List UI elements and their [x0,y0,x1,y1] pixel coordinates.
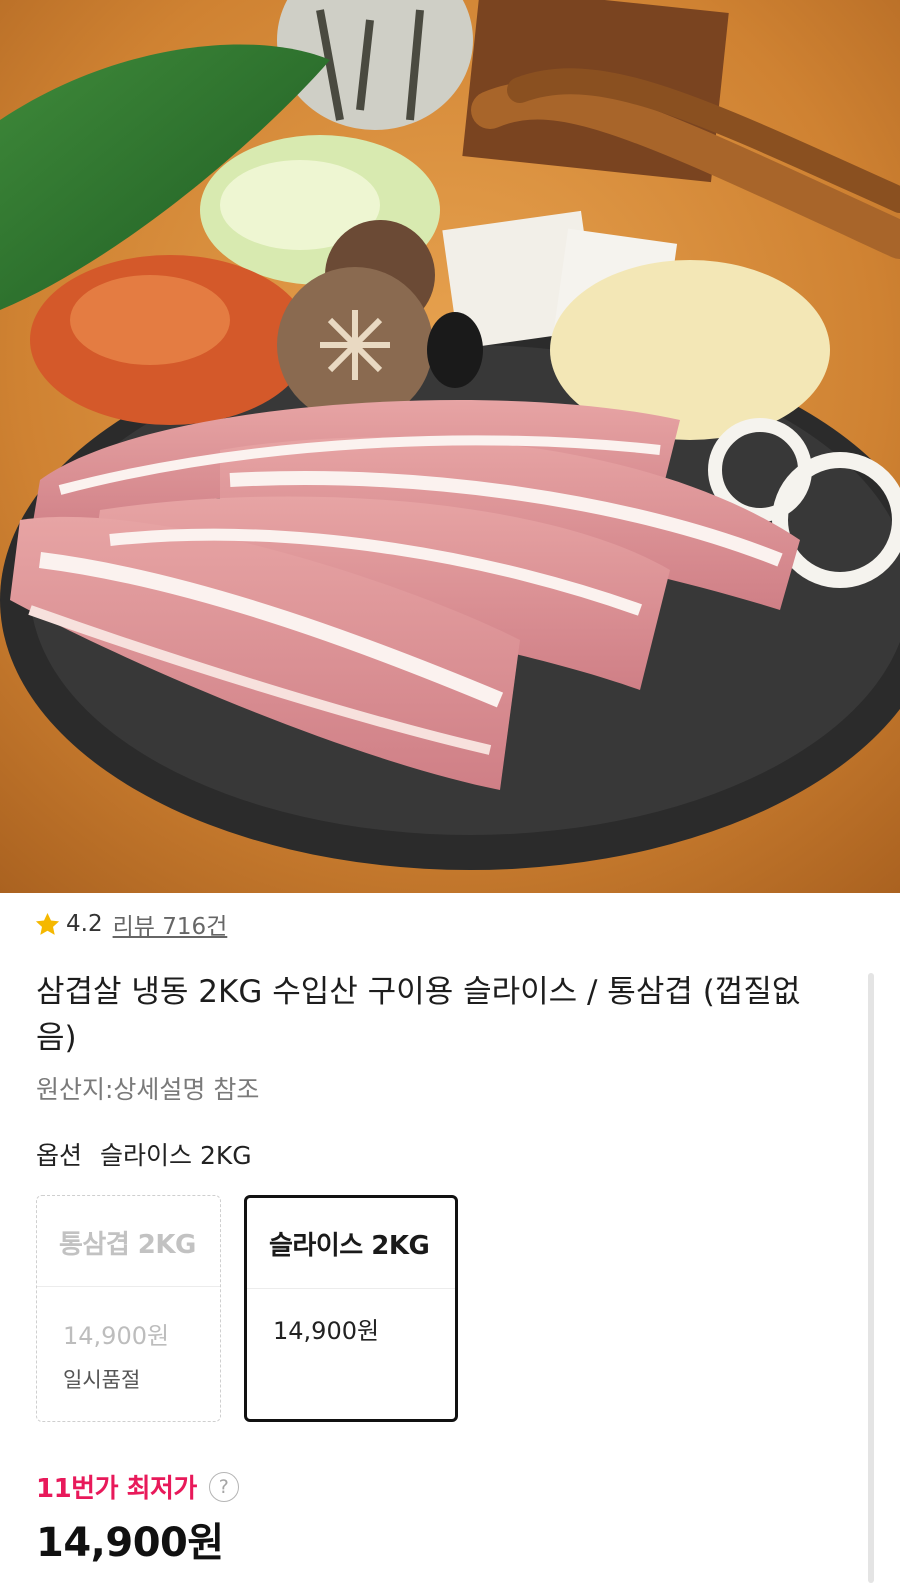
star-icon [35,912,60,935]
product-photo-illustration [0,0,900,893]
option-label: 옵션 [36,1141,83,1170]
scrollbar[interactable] [868,973,874,1583]
option-price: 14,900원 [273,1317,380,1345]
rating-value: 4.2 [66,911,103,937]
option-name: 통삼겹 2KG [59,1230,196,1260]
option-divider [247,1288,455,1289]
option-summary: 옵션 슬라이스 2KG [36,1136,252,1172]
origin-info: 원산지:상세설명 참조 [36,1075,260,1104]
lowest-price-label: 11번가 최저가 [36,1474,197,1504]
rating-row: 4.2 리뷰 716건 [34,911,227,940]
option-selected-value: 슬라이스 2KG [100,1141,252,1170]
help-icon[interactable]: ? [208,1471,239,1502]
final-price: 14,900원 [36,1520,224,1566]
product-title: 삼겹살 냉동 2KG 수입산 구이용 슬라이스 / 통삼겹 (껍질없음) [36,974,801,1056]
option-soldout-status: 일시품절 [63,1368,141,1392]
option-card-whole-pork-belly[interactable]: 통삼겹 2KG 14,900원 일시품절 [36,1195,221,1422]
product-image[interactable] [0,0,900,893]
option-card-slice-selected[interactable]: 슬라이스 2KG 14,900원 [244,1195,458,1422]
option-name: 슬라이스 2KG [269,1231,430,1261]
review-count-link[interactable]: 리뷰 716건 [113,907,228,941]
product-info-section: 4.2 리뷰 716건 삼겹살 냉동 2KG 수입산 구이용 슬라이스 / 통삼… [0,893,900,1583]
lowest-price-row: 11번가 최저가 ? [36,1468,239,1505]
option-divider [37,1286,220,1287]
option-price: 14,900원 [63,1322,170,1350]
